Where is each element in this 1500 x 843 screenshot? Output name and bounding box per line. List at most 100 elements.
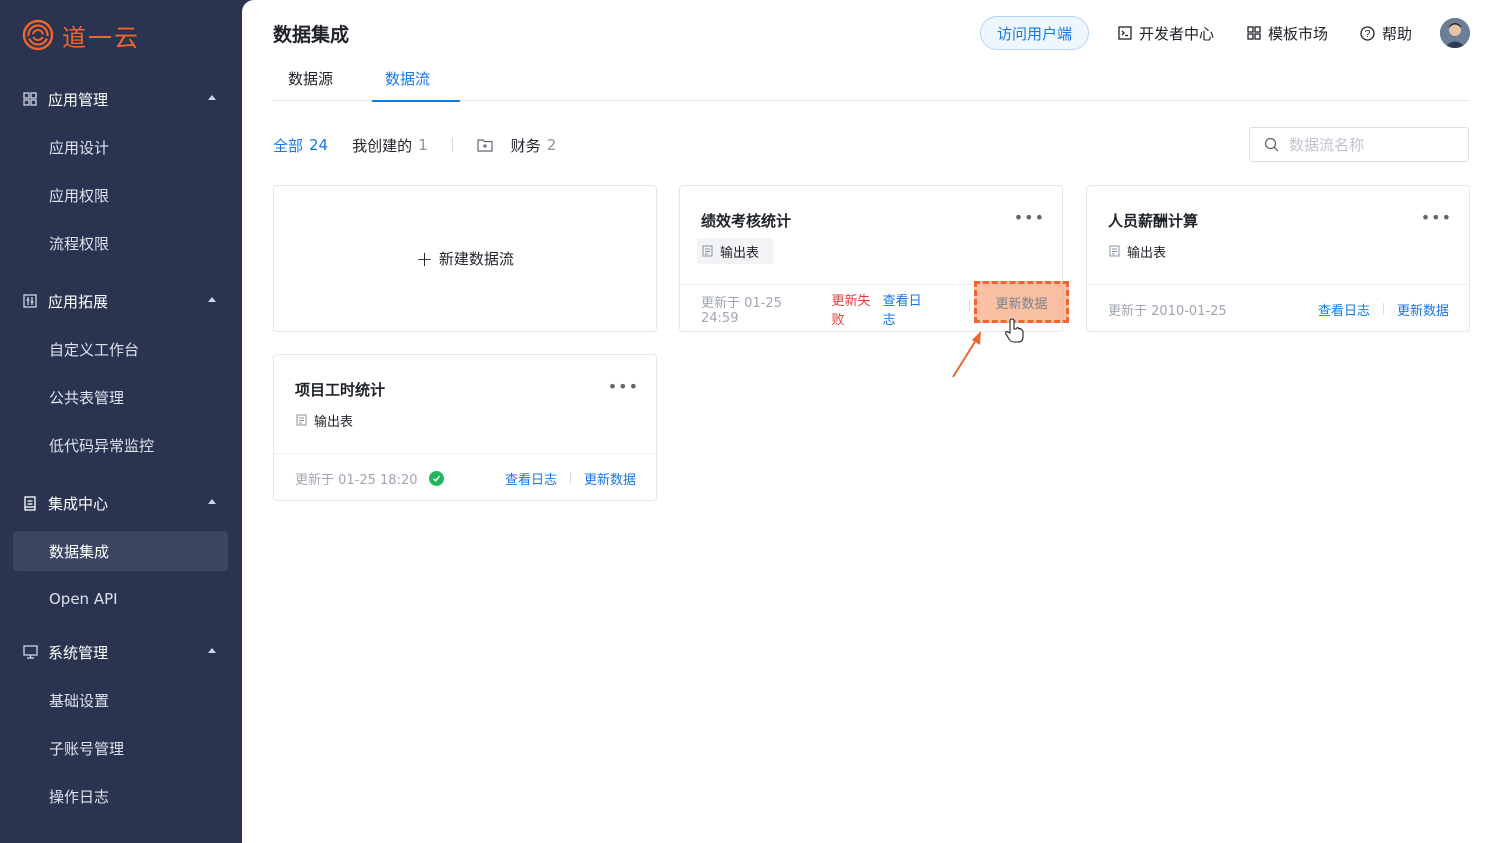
tag-label: 输出表 [314,414,354,430]
filter-mine[interactable]: 我创建的 1 [352,135,428,156]
document-icon [22,495,38,511]
grid-icon [22,91,38,107]
caret-up-icon [208,95,216,100]
refresh-data-label: 更新数据 [995,296,1048,312]
table-icon [702,245,713,257]
page-title: 数据集成 [273,24,350,46]
template-market-link[interactable]: 模板市场 [1246,23,1328,44]
card-title: 人员薪酬计算 [1108,212,1199,230]
status-badge: 更新失败 [831,294,871,328]
nav-group-label: 系统管理 [48,643,109,662]
more-icon[interactable]: ••• [1014,208,1045,227]
refresh-data-link[interactable]: 更新数据 [584,469,636,488]
filter-label: 财务 [510,136,541,155]
search-icon [1264,137,1279,152]
caret-up-icon [208,648,216,653]
nav-group-label: 应用管理 [48,90,109,109]
card-divider [1087,284,1469,285]
output-table-tag: 输出表 [291,407,367,433]
tab-data-flow[interactable]: 数据流 [371,68,461,102]
action-divider [969,299,970,311]
action-divider [569,472,571,484]
sidebar-item-lowcode-monitor[interactable]: 低代码异常监控 [13,425,228,465]
nav-group-integration-center[interactable]: 集成中心 [22,491,218,515]
tab-data-source[interactable]: 数据源 [288,68,333,101]
terminal-icon [1117,25,1133,41]
table-icon [296,414,307,426]
data-flow-card[interactable]: 人员薪酬计算 ••• 输出表 更新于 2010-01-25 查看日志 更新数据 [1086,185,1470,332]
filter-label: 全部 [273,136,304,155]
data-flow-card[interactable]: 项目工时统计 ••• 输出表 更新于 01-25 18:20 查看日志 更新数据 [273,354,657,501]
sidebar-item-operation-log[interactable]: 操作日志 [13,776,228,816]
new-data-flow-label: 新建数据流 [438,250,514,268]
tab-bar: 数据源 数据流 [273,64,1469,102]
table-icon [1109,245,1120,257]
annotation-arrow-icon [952,331,981,378]
card-footer: 更新于 01-25 18:20 查看日志 更新数据 [295,469,636,488]
sidebar-item-basic-settings[interactable]: 基础设置 [13,680,228,720]
more-icon[interactable]: ••• [1421,208,1452,227]
view-log-link[interactable]: 查看日志 [1318,300,1370,319]
tag-label: 输出表 [720,245,760,261]
sidebar: 道一云 应用管理 应用设计 应用权限 流程权限 应用拓展 自定义工作台 公共表管… [0,0,242,843]
card-title: 项目工时统计 [295,381,386,399]
sidebar-item-app-permission[interactable]: 应用权限 [13,175,228,215]
success-check-icon [428,470,444,486]
brand-logo-icon [22,19,54,51]
tag-label: 输出表 [1127,245,1167,261]
filter-count: 1 [418,136,428,154]
filter-folder-finance[interactable]: 财务 2 [511,135,557,156]
avatar[interactable] [1440,18,1470,48]
search-input[interactable] [1289,135,1449,154]
svg-text:?: ? [1365,29,1371,40]
new-data-flow-card[interactable]: + 新建数据流 [273,185,657,332]
filter-label: 我创建的 [352,136,413,155]
help-link[interactable]: ? 帮助 [1360,23,1412,44]
nav-group-system-management[interactable]: 系统管理 [22,640,218,664]
folder-icon [477,139,493,152]
sidebar-item-open-api[interactable]: Open API [13,579,228,619]
card-title: 绩效考核统计 [701,212,792,230]
card-footer: 更新于 2010-01-25 查看日志 更新数据 [1108,300,1449,319]
nav-group-app-management[interactable]: 应用管理 [22,87,218,111]
update-time: 更新于 01-25 18:20 [295,472,418,488]
grid-icon [1246,25,1262,41]
plus-icon: + [416,246,433,271]
filter-all[interactable]: 全部 24 [273,135,328,156]
brand-logo[interactable]: 道一云 [22,18,140,52]
main-panel: 数据集成 访问用户端 开发者中心 模板市场 ? 帮助 数据源 数据流 全部 24… [242,0,1500,843]
header-actions: 访问用户端 开发者中心 模板市场 ? 帮助 [979,16,1470,50]
template-market-label: 模板市场 [1267,24,1328,43]
hand-cursor-icon [1005,318,1024,343]
sidebar-item-sub-accounts[interactable]: 子账号管理 [13,728,228,768]
filter-divider [451,138,453,152]
more-icon[interactable]: ••• [608,377,639,396]
caret-up-icon [208,297,216,302]
refresh-data-link[interactable]: 更新数据 [1397,300,1449,319]
sidebar-item-data-integration[interactable]: 数据集成 [13,531,228,571]
view-log-link[interactable]: 查看日志 [883,290,932,328]
refresh-data-button-highlighted[interactable]: 更新数据 [974,281,1069,323]
monitor-icon [22,644,38,660]
sidebar-item-public-table[interactable]: 公共表管理 [13,377,228,417]
developer-center-label: 开发者中心 [1138,24,1214,43]
view-log-link[interactable]: 查看日志 [505,469,557,488]
sidebar-item-app-design[interactable]: 应用设计 [13,127,228,167]
sidebar-item-flow-permission[interactable]: 流程权限 [13,223,228,263]
extension-icon [22,293,38,309]
update-time: 更新于 2010-01-25 [1108,303,1227,319]
update-time: 更新于 01-25 24:59 [701,296,782,326]
filter-count: 2 [546,136,557,154]
filter-count: 24 [309,136,329,154]
nav-group-app-extension[interactable]: 应用拓展 [22,289,218,313]
developer-center-link[interactable]: 开发者中心 [1117,23,1214,44]
card-divider [274,453,656,454]
caret-up-icon [208,499,216,504]
sidebar-item-custom-workbench[interactable]: 自定义工作台 [13,329,228,369]
nav-group-label: 集成中心 [48,494,109,513]
brand-name: 道一云 [62,23,140,52]
help-icon: ? [1360,25,1376,41]
search-box [1249,127,1469,162]
filter-bar: 全部 24 我创建的 1 财务 2 [273,135,580,155]
visit-user-portal-button[interactable]: 访问用户端 [979,16,1089,50]
